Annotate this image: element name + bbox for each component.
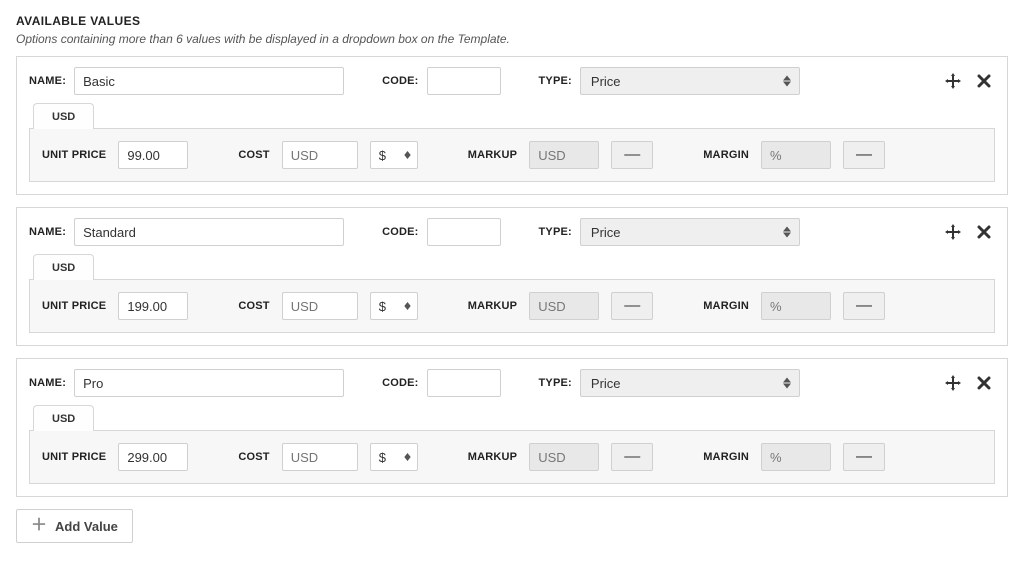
unit-price-label: UNIT PRICE [42,451,106,463]
markup-dash: — [611,141,653,169]
margin-dash: — [843,292,885,320]
type-select-value: Price [591,225,621,240]
currency-symbol: $ [379,450,386,465]
unit-price-input[interactable] [118,443,188,471]
cost-input[interactable] [282,141,358,169]
move-icon[interactable] [941,371,965,395]
add-value-button[interactable]: ＋ Add Value [16,509,133,543]
section-subtitle: Options containing more than 6 values wi… [16,32,1008,46]
type-select-value: Price [591,376,621,391]
cost-label: COST [238,451,269,463]
cost-label: COST [238,149,269,161]
cost-label: COST [238,300,269,312]
unit-price-input[interactable] [118,141,188,169]
markup-label: MARKUP [468,451,517,463]
value-card: NAME: CODE: TYPE: Price USD [16,358,1008,497]
type-select[interactable]: Price [580,218,800,246]
type-select[interactable]: Price [580,369,800,397]
markup-label: MARKUP [468,149,517,161]
markup-dash: — [611,292,653,320]
value-card: NAME: CODE: TYPE: Price USD [16,56,1008,195]
delete-icon[interactable] [973,70,995,92]
select-caret-icon [783,227,791,238]
currency-dropdown[interactable]: $ [370,141,418,169]
code-label: CODE: [382,226,418,238]
code-input[interactable] [427,67,501,95]
name-label: NAME: [29,75,66,87]
select-caret-icon [404,302,411,310]
delete-icon[interactable] [973,372,995,394]
move-icon[interactable] [941,220,965,244]
price-panel: UNIT PRICE COST $ MARKUP USD — MARGIN % … [29,279,995,333]
margin-label: MARGIN [703,300,749,312]
margin-readonly: % [761,141,831,169]
unit-price-label: UNIT PRICE [42,300,106,312]
unit-price-label: UNIT PRICE [42,149,106,161]
type-label: TYPE: [539,226,572,238]
margin-readonly: % [761,443,831,471]
name-label: NAME: [29,226,66,238]
margin-dash: — [843,141,885,169]
cost-input[interactable] [282,443,358,471]
plus-icon: ＋ [31,518,47,534]
price-panel: UNIT PRICE COST $ MARKUP USD — MARGIN % … [29,430,995,484]
name-input[interactable] [74,218,344,246]
markup-readonly: USD [529,141,599,169]
price-panel: UNIT PRICE COST $ MARKUP USD — MARGIN % … [29,128,995,182]
margin-label: MARGIN [703,149,749,161]
margin-dash: — [843,443,885,471]
markup-readonly: USD [529,443,599,471]
cost-input[interactable] [282,292,358,320]
currency-dropdown[interactable]: $ [370,292,418,320]
move-icon[interactable] [941,69,965,93]
section-title: AVAILABLE VALUES [16,14,1008,28]
select-caret-icon [783,76,791,87]
name-label: NAME: [29,377,66,389]
currency-symbol: $ [379,299,386,314]
select-caret-icon [783,378,791,389]
type-label: TYPE: [539,75,572,87]
currency-tab[interactable]: USD [33,103,94,129]
type-label: TYPE: [539,377,572,389]
delete-icon[interactable] [973,221,995,243]
code-label: CODE: [382,75,418,87]
margin-label: MARGIN [703,451,749,463]
currency-tab[interactable]: USD [33,254,94,280]
currency-symbol: $ [379,148,386,163]
type-select-value: Price [591,74,621,89]
code-input[interactable] [427,218,501,246]
value-card: NAME: CODE: TYPE: Price USD [16,207,1008,346]
margin-readonly: % [761,292,831,320]
code-input[interactable] [427,369,501,397]
currency-tab[interactable]: USD [33,405,94,431]
currency-dropdown[interactable]: $ [370,443,418,471]
add-value-label: Add Value [55,519,118,534]
select-caret-icon [404,453,411,461]
markup-label: MARKUP [468,300,517,312]
name-input[interactable] [74,369,344,397]
markup-dash: — [611,443,653,471]
unit-price-input[interactable] [118,292,188,320]
markup-readonly: USD [529,292,599,320]
name-input[interactable] [74,67,344,95]
code-label: CODE: [382,377,418,389]
type-select[interactable]: Price [580,67,800,95]
select-caret-icon [404,151,411,159]
